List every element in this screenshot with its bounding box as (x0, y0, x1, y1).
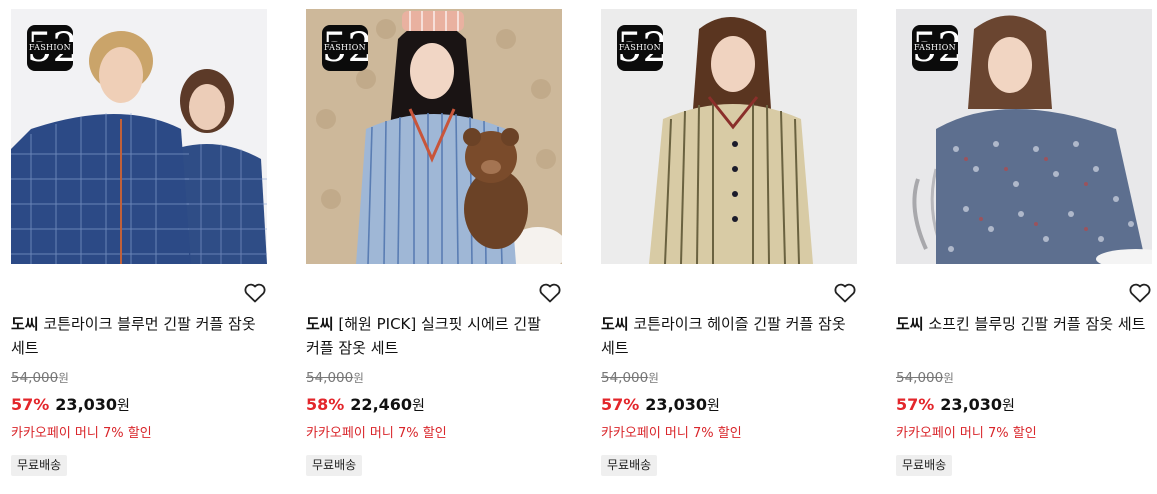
product-title[interactable]: 도씨 코튼라이크 헤이즐 긴팔 커플 잠옷 세트 (601, 312, 851, 360)
brand-name: 도씨 (11, 315, 39, 333)
product-name: [해원 PICK] 실크핏 시에르 긴팔 커플 잠옷 세트 (306, 315, 541, 357)
heart-icon[interactable] (834, 283, 856, 303)
free-shipping-badge: 무료배송 (896, 455, 953, 476)
free-shipping-badge: 무료배송 (601, 455, 658, 476)
original-price: 54,000원 (601, 369, 659, 387)
product-card[interactable]: 52 FASHION 도씨 [해원 PICK] 실크핏 시에르 긴팔 커플 잠옷… (306, 9, 562, 489)
sale-price-unit: 원 (117, 398, 130, 414)
original-price-value: 54,000 (306, 370, 354, 386)
discount-rate: 58% (306, 395, 345, 414)
sale-price-line: 57% 23,030원 (11, 394, 130, 417)
free-shipping-badge: 무료배송 (11, 455, 68, 476)
original-price: 54,000원 (896, 369, 954, 387)
product-card[interactable]: 52 FASHION 도씨 코튼라이크 블루먼 긴팔 커플 잠옷 세트 54,0… (11, 9, 267, 489)
sale-price: 23,030 (55, 395, 118, 414)
discount-rate: 57% (11, 395, 50, 414)
sale-price: 23,030 (940, 395, 1003, 414)
sale-price-line: 57% 23,030원 (896, 394, 1015, 417)
promo-text: 카카오페이 머니 7% 할인 (601, 426, 742, 441)
brand-name: 도씨 (601, 315, 629, 333)
badge-text: FASHION (912, 42, 958, 54)
product-name: 코튼라이크 헤이즐 긴팔 커플 잠옷 세트 (601, 315, 846, 357)
discount-rate: 57% (601, 395, 640, 414)
original-price-unit: 원 (58, 371, 69, 385)
badge-text: FASHION (322, 42, 368, 54)
brand-name: 도씨 (306, 315, 334, 333)
original-price-value: 54,000 (896, 370, 944, 386)
product-image[interactable]: 52 FASHION (896, 9, 1152, 264)
original-price-unit: 원 (353, 371, 364, 385)
product-title[interactable]: 도씨 소프킨 블루밍 긴팔 커플 잠옷 세트 (896, 312, 1146, 336)
badge-text: FASHION (27, 42, 73, 54)
product-image[interactable]: 52 FASHION (11, 9, 267, 264)
brand-logo: 52 FASHION (617, 25, 663, 71)
promo-text: 카카오페이 머니 7% 할인 (306, 426, 447, 441)
promo-text: 카카오페이 머니 7% 할인 (11, 426, 152, 441)
original-price-value: 54,000 (11, 370, 59, 386)
brand-name: 도씨 (896, 315, 924, 333)
original-price-unit: 원 (648, 371, 659, 385)
brand-logo: 52 FASHION (322, 25, 368, 71)
sale-price-unit: 원 (707, 398, 720, 414)
discount-rate: 57% (896, 395, 935, 414)
brand-logo: 52 FASHION (27, 25, 73, 71)
sale-price-line: 57% 23,030원 (601, 394, 720, 417)
free-shipping-badge: 무료배송 (306, 455, 363, 476)
heart-icon[interactable] (539, 283, 561, 303)
sale-price: 23,030 (645, 395, 708, 414)
badge-text: FASHION (617, 42, 663, 54)
sale-price-unit: 원 (412, 398, 425, 414)
product-title[interactable]: 도씨 [해원 PICK] 실크핏 시에르 긴팔 커플 잠옷 세트 (306, 312, 556, 360)
heart-icon[interactable] (1129, 283, 1151, 303)
promo-text: 카카오페이 머니 7% 할인 (896, 426, 1037, 441)
product-card[interactable]: 52 FASHION 도씨 코튼라이크 헤이즐 긴팔 커플 잠옷 세트 54,0… (601, 9, 857, 489)
original-price-unit: 원 (943, 371, 954, 385)
product-name: 소프킨 블루밍 긴팔 커플 잠옷 세트 (923, 315, 1146, 333)
brand-logo: 52 FASHION (912, 25, 958, 71)
product-grid: 52 FASHION 도씨 코튼라이크 블루먼 긴팔 커플 잠옷 세트 54,0… (11, 9, 1152, 489)
original-price: 54,000원 (306, 369, 364, 387)
original-price: 54,000원 (11, 369, 69, 387)
product-name: 코튼라이크 블루먼 긴팔 커플 잠옷 세트 (11, 315, 256, 357)
product-title[interactable]: 도씨 코튼라이크 블루먼 긴팔 커플 잠옷 세트 (11, 312, 261, 360)
product-image[interactable]: 52 FASHION (306, 9, 562, 264)
original-price-value: 54,000 (601, 370, 649, 386)
heart-icon[interactable] (244, 283, 266, 303)
product-image[interactable]: 52 FASHION (601, 9, 857, 264)
sale-price-line: 58% 22,460원 (306, 394, 425, 417)
product-card[interactable]: 52 FASHION 도씨 소프킨 블루밍 긴팔 커플 잠옷 세트 54,000… (896, 9, 1152, 489)
sale-price-unit: 원 (1002, 398, 1015, 414)
sale-price: 22,460 (350, 395, 413, 414)
